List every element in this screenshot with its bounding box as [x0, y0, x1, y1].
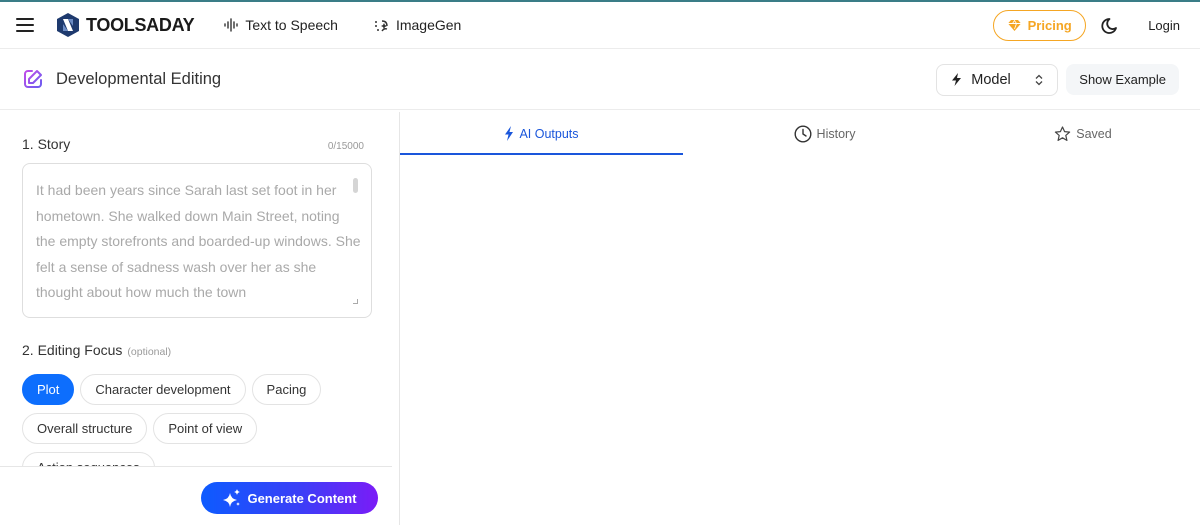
- diamond-icon: [1007, 20, 1021, 31]
- top-navbar: TOOLSADAY Text to Speech ImageGen Pricin…: [0, 2, 1200, 49]
- chip-action-sequences[interactable]: Action sequences: [22, 452, 155, 466]
- clock-icon: [794, 124, 812, 143]
- character-counter: 0/15000: [327, 141, 364, 152]
- output-panel: AI Outputs History Saved: [400, 112, 1200, 525]
- bolt-icon: [951, 73, 962, 86]
- sparkle-dots-icon: [374, 18, 389, 33]
- tab-history[interactable]: History: [683, 112, 966, 155]
- tool-header: Developmental Editing Model Show Example: [0, 49, 1200, 110]
- chip-character-development[interactable]: Character development: [80, 374, 246, 405]
- chip-plot[interactable]: Plot: [22, 374, 75, 405]
- bolt-icon: [504, 126, 514, 141]
- pricing-button[interactable]: Pricing: [993, 10, 1087, 41]
- editing-focus-label: 2. Editing Focus: [22, 342, 123, 358]
- sparkles-icon: [222, 489, 242, 507]
- nav-link-label: Text to Speech: [245, 17, 338, 33]
- input-panel: 1. Story 0/15000 It had been years since…: [0, 112, 400, 525]
- chip-point-of-view[interactable]: Point of view: [153, 413, 258, 444]
- login-link[interactable]: Login: [1148, 18, 1180, 33]
- model-select[interactable]: Model: [936, 63, 1059, 96]
- star-icon: [1054, 125, 1071, 142]
- menu-icon[interactable]: [16, 18, 34, 32]
- show-example-button[interactable]: Show Example: [1066, 64, 1179, 95]
- story-label: 1. Story: [22, 136, 71, 152]
- story-field-header: 1. Story 0/15000: [22, 136, 370, 152]
- tab-ai-outputs[interactable]: AI Outputs: [400, 112, 683, 155]
- textarea-scrollbar[interactable]: [353, 178, 358, 193]
- toolbar-actions: Model Show Example: [936, 49, 1179, 110]
- waveform-icon: [224, 18, 239, 32]
- nav-link-imagegen[interactable]: ImageGen: [374, 17, 461, 33]
- editing-focus-chips: Plot Character development Pacing Overal…: [22, 374, 382, 466]
- resize-handle-icon[interactable]: [353, 299, 358, 304]
- model-label: Model: [971, 71, 1011, 88]
- dark-mode-moon-icon[interactable]: [1100, 17, 1118, 35]
- brand-logo[interactable]: TOOLSADAY: [56, 12, 195, 38]
- nav-link-text-to-speech[interactable]: Text to Speech: [224, 17, 338, 33]
- edit-icon: [22, 68, 44, 90]
- story-textarea-wrapper: It had been years since Sarah last set f…: [22, 163, 372, 318]
- brand-name: TOOLSADAY: [86, 14, 195, 35]
- generate-label: Generate Content: [247, 490, 357, 506]
- tab-saved[interactable]: Saved: [966, 112, 1200, 155]
- nav-link-label: ImageGen: [395, 17, 462, 33]
- logo-hexagon-icon: [57, 13, 79, 37]
- optional-label: (optional): [127, 346, 172, 358]
- pricing-label: Pricing: [1027, 18, 1072, 33]
- generate-content-button[interactable]: Generate Content: [201, 482, 378, 514]
- chip-overall-structure[interactable]: Overall structure: [22, 413, 148, 444]
- tab-label: AI Outputs: [519, 126, 579, 141]
- output-content-area: [400, 155, 1200, 525]
- tab-label: Saved: [1076, 126, 1112, 141]
- nav-right-group: Pricing Login: [993, 2, 1180, 49]
- input-panel-footer: Generate Content: [0, 466, 392, 525]
- chip-pacing[interactable]: Pacing: [251, 374, 322, 405]
- chevron-up-down-icon: [1035, 74, 1043, 86]
- input-panel-scroll[interactable]: 1. Story 0/15000 It had been years since…: [0, 112, 392, 466]
- output-tabs: AI Outputs History Saved: [400, 112, 1200, 155]
- editing-focus-header: 2. Editing Focus (optional): [22, 342, 370, 358]
- page-title: Developmental Editing: [56, 69, 222, 88]
- story-textarea[interactable]: It had been years since Sarah last set f…: [36, 178, 361, 306]
- tab-label: History: [816, 126, 856, 141]
